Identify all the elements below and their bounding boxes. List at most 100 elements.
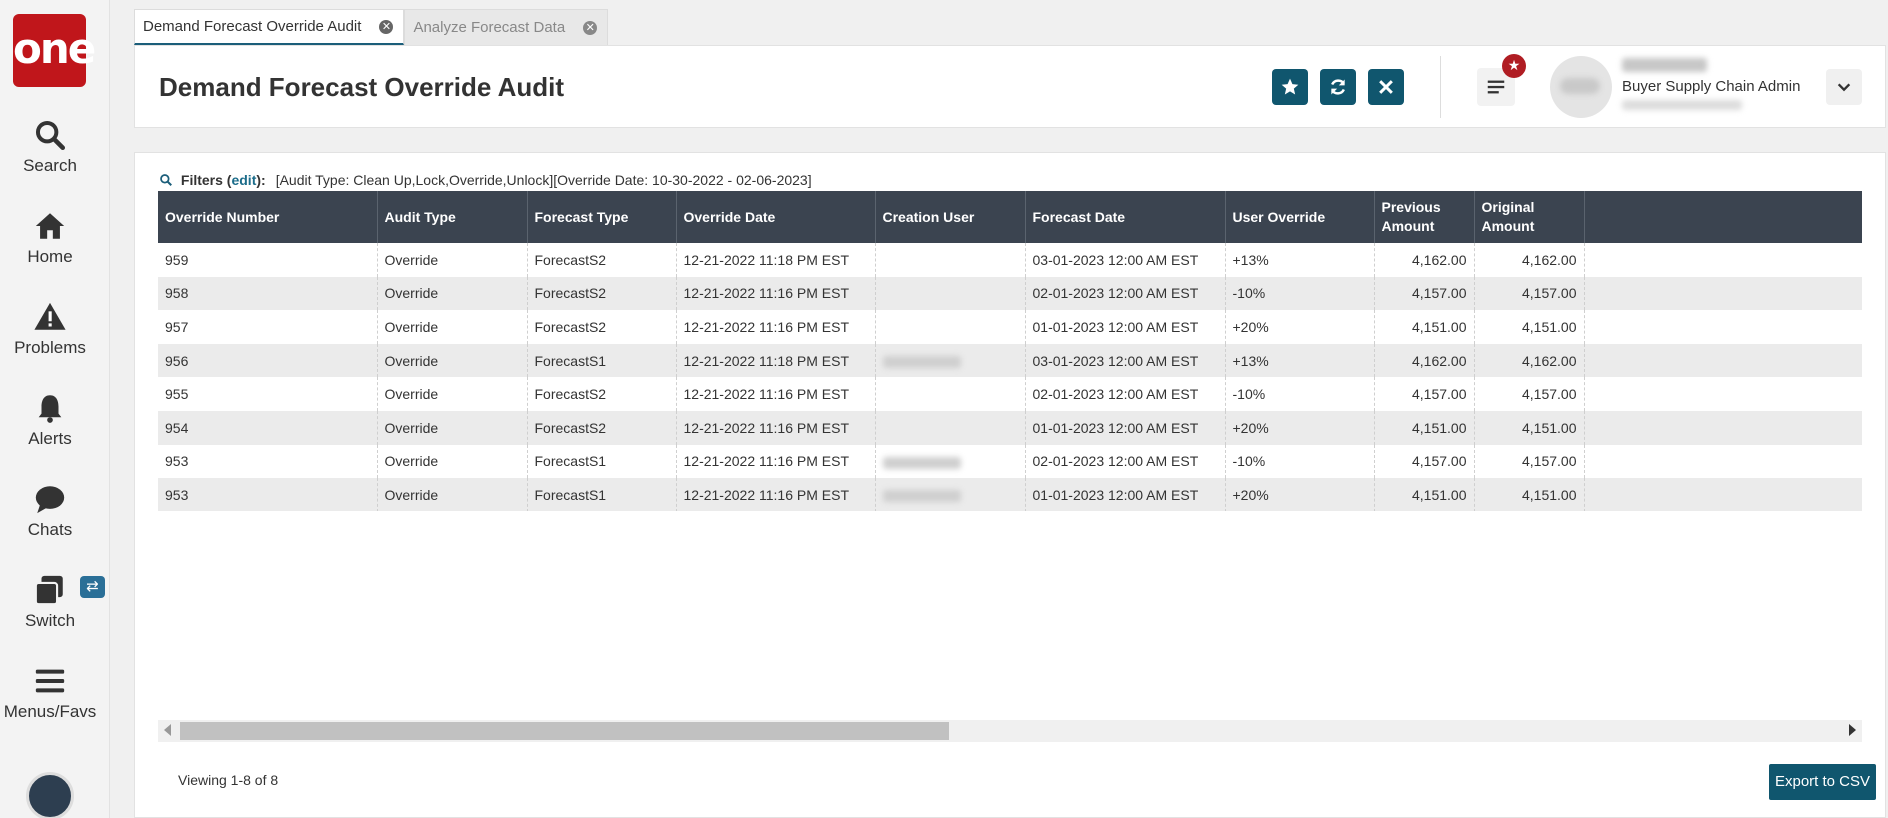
cell-override-date: 12-21-2022 11:16 PM EST [676, 310, 876, 344]
divider [1440, 56, 1441, 118]
cell-override-number: 953 [158, 444, 378, 479]
main-panel: Filters (edit): [Audit Type: Clean Up,Loc… [134, 152, 1886, 818]
refresh-icon [1328, 79, 1348, 102]
cell-forecast-type: ForecastS1 [527, 343, 677, 378]
cell-override-number: 953 [158, 478, 378, 511]
cell-override-date: 12-21-2022 11:16 PM EST [676, 478, 876, 511]
horizontal-scrollbar[interactable] [158, 720, 1862, 742]
table-row[interactable]: 956 Override ForecastS1 12-21-2022 11:18 PM… [158, 343, 1862, 378]
cell-override-number: 954 [158, 410, 378, 445]
close-icon [1376, 80, 1396, 102]
nav-label: Home [27, 247, 73, 266]
table-row[interactable]: 955 Override ForecastS2 12-21-2022 11:16 PM… [158, 377, 1862, 411]
cell-override-number: 959 [158, 243, 378, 277]
cell-creation-user [875, 377, 1026, 411]
cell-creation-user [875, 343, 1026, 378]
col-header-forecast-type[interactable]: Forecast Type [527, 191, 677, 243]
nav-chats[interactable]: Chats [0, 482, 100, 540]
nav-menus-favs[interactable]: Menus/Favs [0, 664, 100, 722]
cell-override-date: 12-21-2022 11:16 PM EST [676, 444, 876, 479]
table-row[interactable]: 959 Override ForecastS2 12-21-2022 11:18 PM… [158, 243, 1862, 277]
menu-icon [0, 664, 100, 698]
home-icon [0, 209, 100, 243]
cell-audit-type: Override [377, 478, 528, 511]
cell-creation-user [875, 243, 1026, 277]
favorites-badge-star-icon: ★ [1502, 54, 1526, 78]
cell-overflow [1584, 243, 1862, 277]
cell-audit-type: Override [377, 410, 528, 445]
cell-user-override: -10% [1225, 377, 1375, 411]
nav-problems[interactable]: Problems [0, 300, 100, 358]
cell-overflow [1584, 410, 1862, 445]
scroll-left-icon[interactable] [164, 724, 171, 736]
cell-override-number: 955 [158, 377, 378, 411]
cell-overflow [1584, 478, 1862, 511]
cell-override-date: 12-21-2022 11:18 PM EST [676, 343, 876, 378]
col-header-previous-amount[interactable]: Previous Amount [1374, 191, 1475, 243]
cell-overflow [1584, 343, 1862, 378]
cell-creation-user [875, 444, 1026, 479]
assistant-avatar[interactable] [26, 772, 74, 818]
cell-previous-amount: 4,151.00 [1374, 478, 1475, 511]
export-csv-button[interactable]: Export to CSV [1769, 764, 1876, 800]
close-page-button[interactable] [1368, 69, 1404, 105]
col-header-creation-user[interactable]: Creation User [875, 191, 1026, 243]
cell-forecast-date: 03-01-2023 12:00 AM EST [1025, 343, 1226, 378]
refresh-button[interactable] [1320, 69, 1356, 105]
cell-override-date: 12-21-2022 11:16 PM EST [676, 276, 876, 311]
user-role: Buyer Supply Chain Admin [1622, 78, 1801, 95]
nav-label: Menus/Favs [3, 702, 97, 721]
cell-overflow [1584, 377, 1862, 411]
tab-analyze-forecast-data[interactable]: Analyze Forecast Data ✕ [404, 9, 609, 45]
scroll-right-icon[interactable] [1849, 724, 1856, 736]
cell-creation-user [875, 310, 1026, 344]
filters-value: [Audit Type: Clean Up,Lock,Override,Unlo… [275, 172, 812, 188]
bell-icon [0, 391, 100, 425]
col-header-override-number[interactable]: Override Number [158, 191, 378, 243]
cell-forecast-type: ForecastS1 [527, 444, 677, 479]
cell-forecast-type: ForecastS2 [527, 410, 677, 445]
cell-override-date: 12-21-2022 11:18 PM EST [676, 243, 876, 277]
table-header-row: Override Number Audit Type Forecast Type… [158, 191, 1862, 243]
favorite-button[interactable] [1272, 69, 1308, 105]
table-row[interactable]: 958 Override ForecastS2 12-21-2022 11:16 PM… [158, 276, 1862, 311]
cell-override-number: 958 [158, 276, 378, 311]
cell-original-amount: 4,157.00 [1474, 444, 1585, 479]
cell-original-amount: 4,162.00 [1474, 243, 1585, 277]
close-icon[interactable]: ✕ [379, 19, 394, 34]
cell-audit-type: Override [377, 444, 528, 479]
col-header-user-override[interactable]: User Override [1225, 191, 1375, 243]
tab-demand-forecast-override-audit[interactable]: Demand Forecast Override Audit ✕ [134, 9, 405, 45]
table-row[interactable]: 954 Override ForecastS2 12-21-2022 11:16 PM… [158, 410, 1862, 445]
close-icon[interactable]: ✕ [583, 20, 598, 35]
table-row[interactable]: 957 Override ForecastS2 12-21-2022 11:16 PM… [158, 310, 1862, 344]
col-header-forecast-date[interactable]: Forecast Date [1025, 191, 1226, 243]
cell-previous-amount: 4,151.00 [1374, 310, 1475, 344]
table-row[interactable]: 953 Override ForecastS1 12-21-2022 11:16 PM… [158, 478, 1862, 511]
nav-search[interactable]: Search [0, 118, 100, 176]
cell-original-amount: 4,151.00 [1474, 410, 1585, 445]
user-menu-dropdown[interactable] [1826, 69, 1862, 105]
col-header-audit-type[interactable]: Audit Type [377, 191, 528, 243]
filters-edit-link[interactable]: edit [231, 172, 256, 188]
one-logo[interactable]: one [13, 14, 96, 87]
col-header-original-amount[interactable]: Original Amount [1474, 191, 1585, 243]
cell-original-amount: 4,157.00 [1474, 276, 1585, 311]
cell-forecast-type: ForecastS2 [527, 243, 677, 277]
user-avatar[interactable] [1550, 56, 1612, 118]
nav-label: Chats [27, 520, 73, 539]
switch-arrows-icon[interactable]: ⇄ [80, 576, 105, 598]
col-header-override-date[interactable]: Override Date [676, 191, 876, 243]
cell-user-override: +20% [1225, 310, 1375, 344]
col-header-overflow [1584, 191, 1862, 243]
tab-bar: Demand Forecast Override Audit ✕ Analyze… [134, 9, 609, 45]
nav-label: Switch [24, 611, 76, 630]
cell-override-number: 957 [158, 310, 378, 344]
table-row[interactable]: 953 Override ForecastS1 12-21-2022 11:16 PM… [158, 444, 1862, 479]
nav-home[interactable]: Home [0, 209, 100, 267]
scrollbar-thumb[interactable] [180, 722, 949, 740]
cell-overflow [1584, 310, 1862, 344]
tab-label: Demand Forecast Override Audit [143, 18, 362, 35]
nav-label: Alerts [28, 429, 72, 448]
nav-alerts[interactable]: Alerts [0, 391, 100, 449]
